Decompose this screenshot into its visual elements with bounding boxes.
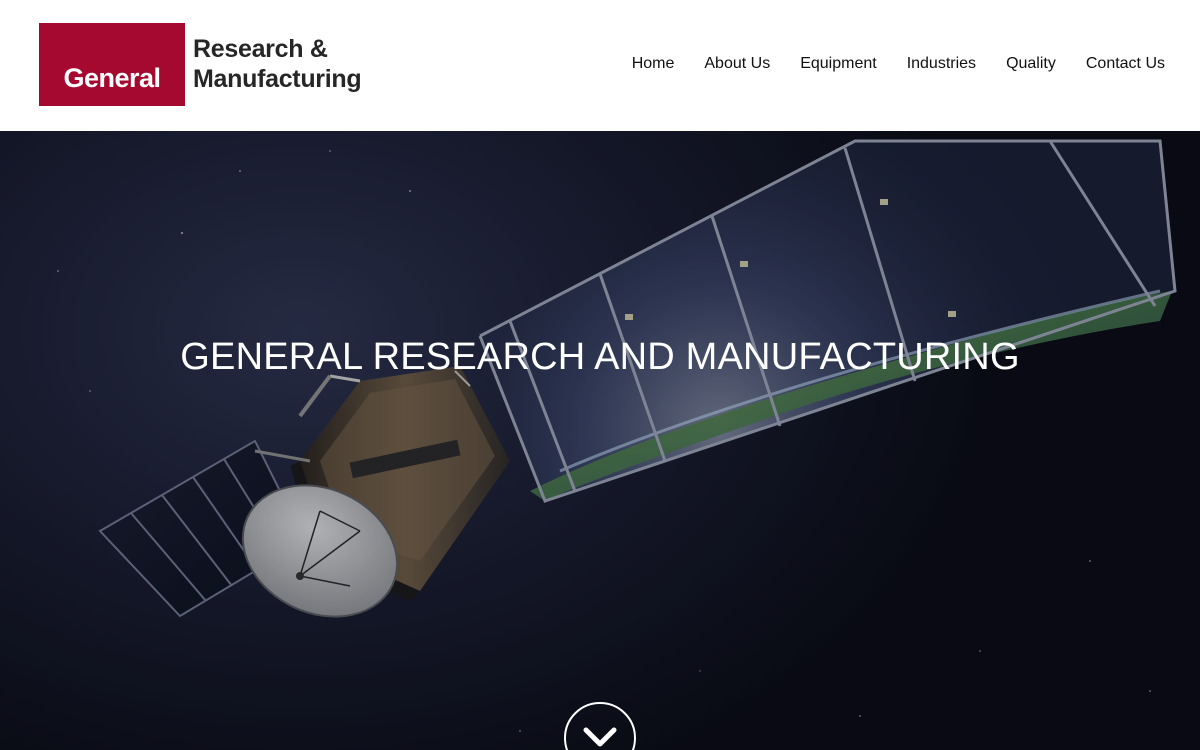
nav-link-industries[interactable]: Industries — [907, 54, 976, 74]
logo-box-text: General — [63, 63, 161, 93]
hero-title: GENERAL RESEARCH AND MANUFACTURING — [180, 336, 1020, 378]
main-nav: Home About Us Equipment Industries Quali… — [632, 54, 1165, 74]
nav-link-contact-us[interactable]: Contact Us — [1086, 54, 1165, 74]
site-header: General Research & Manufacturing Home Ab… — [0, 0, 1200, 131]
nav-link-quality[interactable]: Quality — [1006, 54, 1056, 74]
logo-line-1: Research & — [193, 35, 328, 63]
nav-link-about-us[interactable]: About Us — [704, 54, 770, 74]
hero-banner: GENERAL RESEARCH AND MANUFACTURING — [0, 131, 1200, 750]
company-logo[interactable]: General Research & Manufacturing — [39, 23, 379, 106]
logo-line-2: Manufacturing — [193, 65, 362, 93]
chevron-down-icon — [583, 727, 617, 747]
nav-link-equipment[interactable]: Equipment — [800, 54, 877, 74]
nav-link-home[interactable]: Home — [632, 54, 675, 74]
hero-satellite-image — [0, 131, 1200, 750]
logo-red-box: General — [39, 23, 185, 106]
